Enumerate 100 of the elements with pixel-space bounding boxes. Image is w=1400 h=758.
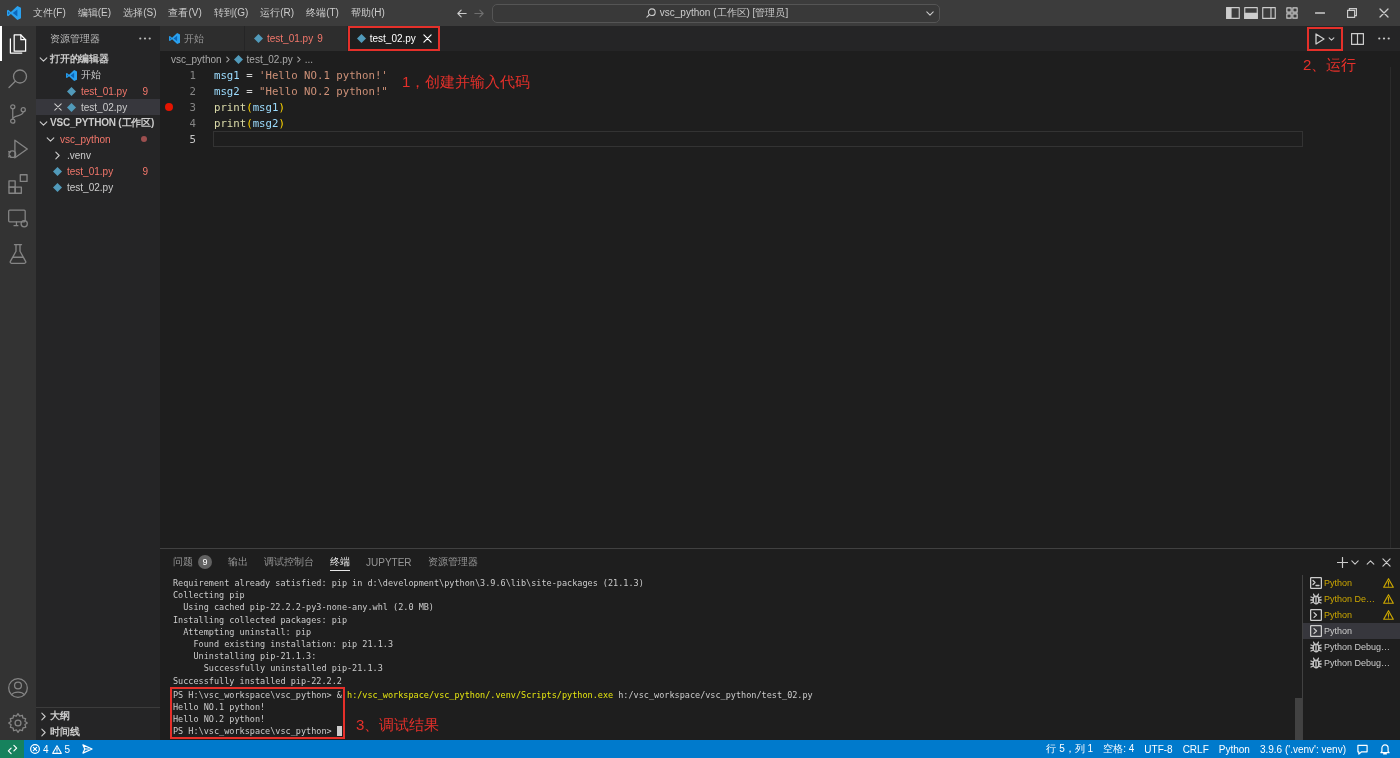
app-logo-icon — [169, 33, 180, 44]
file-type-icon — [254, 34, 263, 43]
breadcrumb-item[interactable]: test_02.py — [233, 53, 293, 65]
menu-item[interactable]: 编辑(E) — [71, 3, 118, 23]
count-badge: 9 — [198, 555, 212, 569]
annotation-text: 2、运行 — [1303, 56, 1357, 74]
send-icon[interactable] — [82, 744, 94, 754]
sidebar-title: 资源管理器 — [50, 31, 100, 46]
terminal-item[interactable]: Python — [1303, 623, 1400, 639]
error-count: 4 — [43, 743, 49, 755]
code-line: msg2 = "Hello NO.2 python!" — [214, 84, 388, 98]
warning-icon — [51, 744, 62, 754]
section-header[interactable]: 大纲 — [36, 708, 160, 724]
menu-item[interactable]: 运行(R) — [254, 3, 301, 23]
panel-tab[interactable]: 终端 — [330, 553, 350, 571]
terminal-item[interactable]: Python De… — [1303, 591, 1400, 607]
terminal-icon — [1310, 609, 1322, 621]
play-icon — [1315, 32, 1325, 45]
status-item[interactable]: 空格: 4 — [1098, 740, 1140, 758]
open-editor-item[interactable]: 开始 — [36, 67, 160, 83]
status-item[interactable]: 行 5，列 1 — [1041, 740, 1099, 758]
command-center[interactable]: vsc_python (工作区) [管理员] — [492, 3, 940, 23]
panel-tab[interactable]: JUPYTER — [366, 553, 412, 571]
annotation-text: 1，创建并输入代码 — [402, 73, 531, 91]
scrollbar-thumb[interactable] — [1295, 698, 1302, 740]
open-editor-item[interactable]: test_02.py — [36, 99, 160, 115]
chevron-right-icon — [225, 55, 230, 63]
remote-icon — [6, 743, 18, 755]
panel-tab[interactable]: 问题 9 — [173, 553, 212, 571]
line-number: 4 — [188, 116, 196, 130]
section-header[interactable]: 打开的编辑器 — [36, 51, 160, 67]
warning-count: 5 — [64, 743, 71, 755]
editor-tab[interactable]: test_02.py — [347, 26, 441, 51]
terminal-line: Uninstalling pip-21.1.3: — [192, 650, 317, 663]
play-bug-icon — [8, 138, 28, 159]
terminal-item[interactable]: Python — [1303, 607, 1400, 623]
plus-icon[interactable] — [1337, 556, 1348, 568]
breadcrumb-item[interactable]: vsc_python — [171, 53, 222, 65]
settings-icon[interactable] — [8, 712, 28, 733]
panel-tab[interactable]: 输出 — [228, 553, 248, 571]
editor-tab[interactable]: test_01.py 9 — [245, 26, 348, 51]
breadcrumb-item[interactable]: ... — [304, 53, 314, 65]
terminal-line: Using cached pip-22.2.2-py3-none-any.whl (2.0 MB) — [182, 601, 434, 614]
files-icon — [8, 33, 28, 54]
terminal-line: PS H:\vsc_workspace\vsc_python> & h:/vsc_workspace/vsc_python/.venv/Scripts/python.exe h:/vsc_workspace/vsc_python/test_02.py — [173, 688, 813, 701]
menu-item[interactable]: 选择(S) — [117, 3, 163, 23]
error-icon — [30, 744, 40, 754]
tree-item[interactable]: .venv — [36, 147, 160, 163]
open-editor-item[interactable]: test_01.py 9 — [36, 83, 160, 99]
section-header[interactable]: VSC_PYTHON (工作区) — [36, 115, 160, 131]
close-icon[interactable] — [1382, 557, 1391, 567]
breakpoint-icon[interactable] — [165, 103, 173, 111]
terminal-line: Hello NO.1 python! — [173, 700, 266, 714]
status-item[interactable]: 3.9.6 ('.venv': venv) — [1254, 740, 1351, 758]
menu-item[interactable]: 文件(F) — [27, 3, 72, 23]
restore-icon[interactable] — [1347, 8, 1357, 18]
close-icon[interactable] — [54, 103, 62, 111]
more-icon[interactable] — [139, 37, 151, 40]
menu-item[interactable]: 转到(G) — [207, 3, 255, 23]
terminal-item[interactable]: Python — [1303, 575, 1400, 591]
layout-grid-icon[interactable] — [1286, 7, 1298, 19]
panel-tab[interactable]: 资源管理器 — [427, 553, 478, 571]
chevron-up-icon[interactable] — [1366, 559, 1375, 565]
status-item[interactable]: Python — [1213, 740, 1255, 758]
terminal-line: PS H:\vsc_workspace\vsc_python> — [173, 725, 342, 738]
bell-icon[interactable] — [1380, 743, 1390, 755]
code-line: print(msg1) — [214, 100, 285, 114]
panel-layout-icon[interactable] — [1244, 7, 1258, 19]
editor-tab[interactable]: 开始 — [160, 26, 245, 51]
tree-item[interactable]: test_01.py 9 — [36, 163, 160, 179]
account-icon[interactable] — [8, 677, 28, 698]
annotation-text: 3、调试结果 — [356, 716, 440, 735]
menu-item[interactable]: 终端(T) — [300, 3, 345, 23]
problems-button[interactable]: 4 5 — [24, 740, 77, 758]
code-line: print(msg2) — [214, 116, 285, 130]
terminal-item[interactable]: Python Debug… — [1303, 639, 1400, 655]
section-header[interactable]: 时间线 — [36, 724, 160, 740]
remote-button[interactable] — [0, 740, 24, 758]
search-icon — [645, 8, 656, 18]
status-item[interactable]: CRLF — [1177, 740, 1214, 758]
tree-item[interactable]: vsc_python — [36, 131, 160, 147]
terminal-item[interactable]: Python Debug… — [1303, 655, 1400, 671]
status-item[interactable]: UTF-8 — [1139, 740, 1178, 758]
terminal-line: Attempting uninstall: pip — [182, 625, 312, 638]
sidebar-layout-icon[interactable] — [1226, 7, 1240, 19]
run-button[interactable] — [1307, 26, 1343, 51]
tree-item[interactable]: test_02.py — [36, 179, 160, 195]
close-icon[interactable] — [1379, 8, 1389, 18]
panel-tab[interactable]: 调试控制台 — [264, 553, 314, 571]
menu-item[interactable]: 查看(V) — [162, 3, 208, 23]
more-icon — [1378, 37, 1390, 40]
app-logo-icon — [7, 6, 21, 20]
chevron-down-icon[interactable] — [1351, 559, 1359, 565]
problem-count: 9 — [317, 33, 323, 44]
back-arrow-icon[interactable] — [457, 8, 467, 18]
menu-item[interactable]: 帮助(H) — [344, 3, 391, 23]
branch-icon — [8, 103, 28, 124]
right-sidebar-layout-icon[interactable] — [1262, 7, 1276, 19]
extensions-icon — [8, 173, 28, 194]
feedback-icon[interactable] — [1357, 743, 1368, 755]
